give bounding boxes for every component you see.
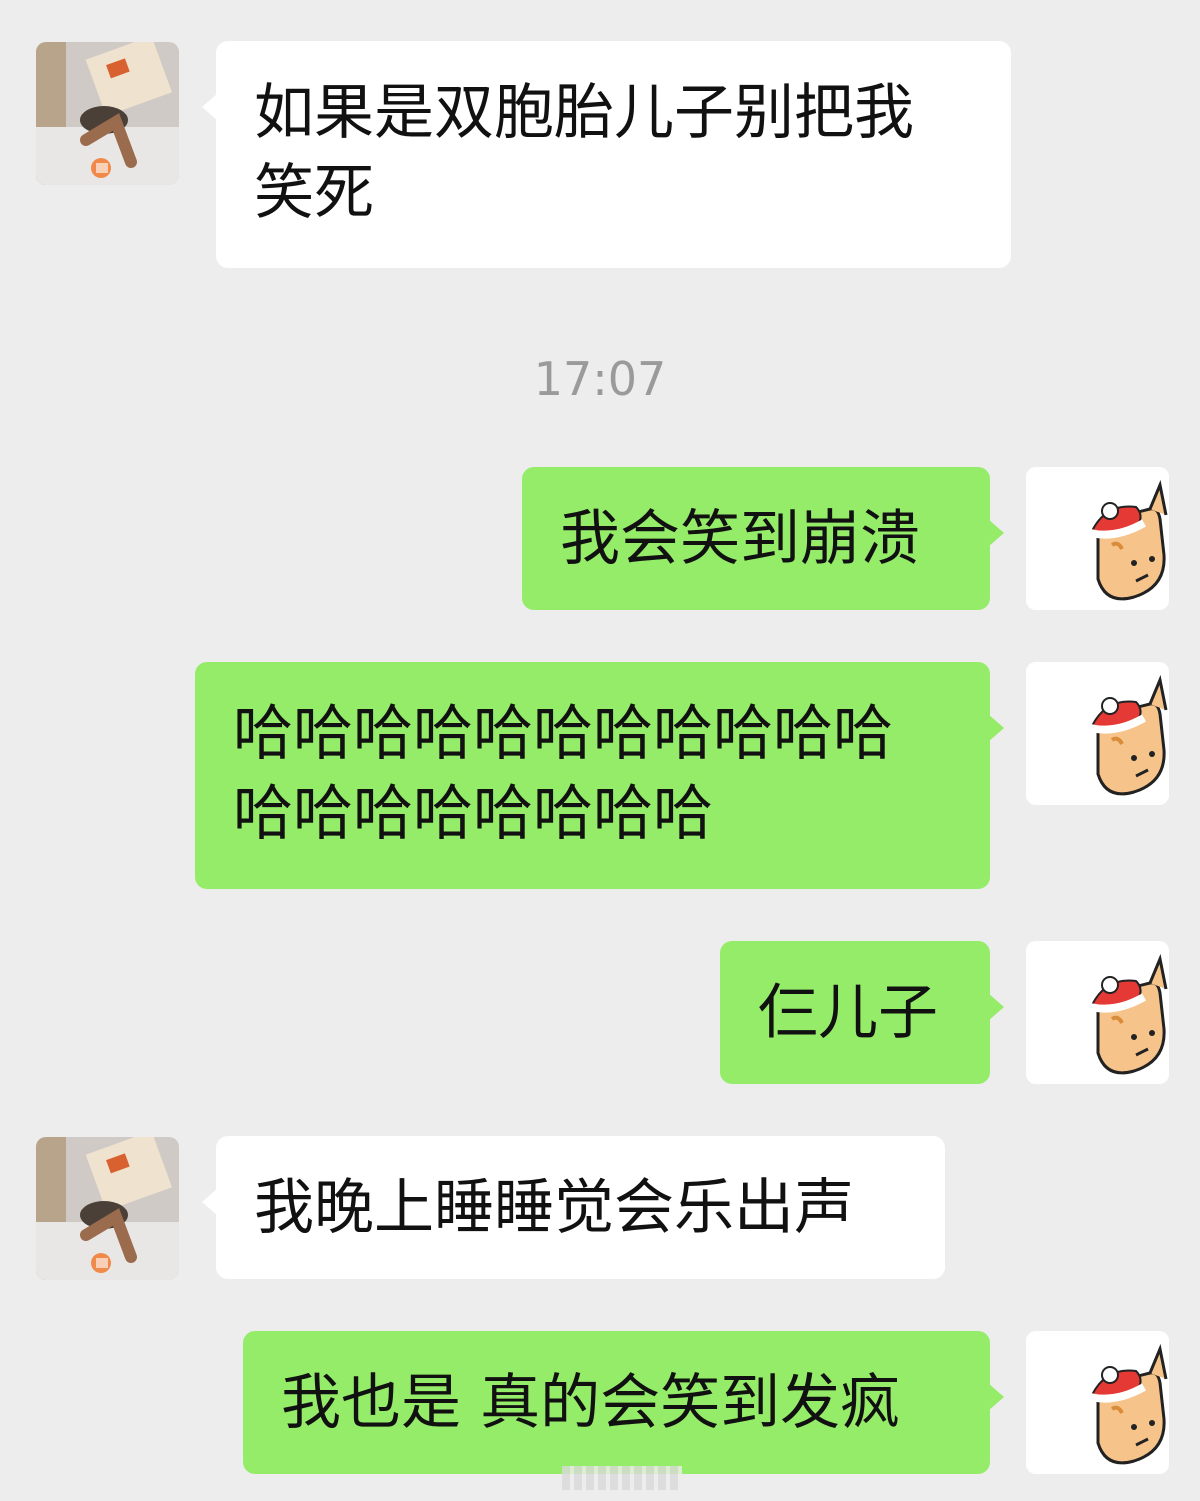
chat-window: 如果是双胞胎儿子别把我 笑死 17:07 我会笑到崩溃 哈哈哈哈哈哈哈哈哈哈哈 …	[0, 0, 1200, 1501]
cat-santa-hat-avatar-icon	[1026, 467, 1169, 610]
child-photo-avatar-icon	[36, 42, 179, 185]
self-avatar[interactable]	[1026, 467, 1169, 610]
child-photo-avatar-icon	[36, 1137, 179, 1280]
contact-avatar[interactable]	[36, 42, 179, 185]
self-avatar[interactable]	[1026, 662, 1169, 805]
watermark	[562, 1466, 682, 1490]
message-sent[interactable]: 仨儿子	[720, 941, 1004, 1084]
cat-santa-hat-avatar-icon	[1026, 662, 1169, 805]
cat-santa-hat-avatar-icon	[1026, 1331, 1169, 1474]
cat-santa-hat-avatar-icon	[1026, 941, 1169, 1084]
message-received[interactable]: 如果是双胞胎儿子别把我 笑死	[202, 41, 1011, 268]
contact-avatar[interactable]	[36, 1137, 179, 1280]
message-sent[interactable]: 我也是 真的会笑到发疯	[243, 1331, 1004, 1474]
message-received[interactable]: 我晚上睡睡觉会乐出声	[202, 1136, 945, 1279]
message-sent[interactable]: 哈哈哈哈哈哈哈哈哈哈哈 哈哈哈哈哈哈哈哈	[195, 662, 1004, 889]
self-avatar[interactable]	[1026, 941, 1169, 1084]
self-avatar[interactable]	[1026, 1331, 1169, 1474]
message-timestamp: 17:07	[533, 352, 667, 406]
message-sent[interactable]: 我会笑到崩溃	[522, 467, 1004, 610]
